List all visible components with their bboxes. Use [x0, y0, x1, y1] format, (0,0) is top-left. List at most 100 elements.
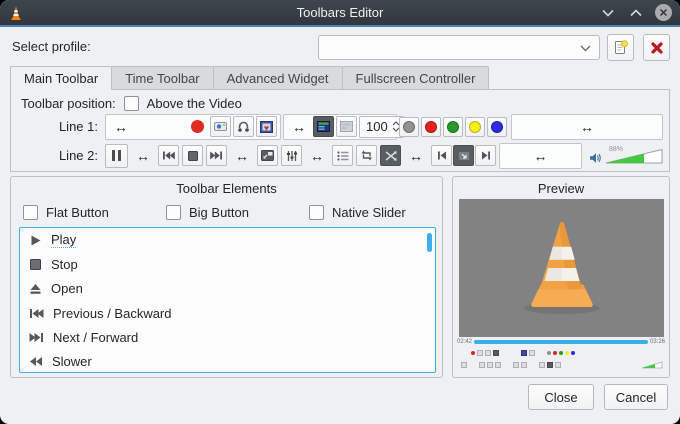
tab-time-toolbar[interactable]: Time Toolbar	[111, 66, 214, 89]
list-item-slower[interactable]: Slower	[20, 349, 435, 372]
preview-mini-icon	[471, 351, 475, 355]
fullscreen-button[interactable]	[257, 145, 278, 166]
preview-mini-icon	[513, 362, 519, 368]
profile-combobox[interactable]	[318, 35, 600, 60]
toolbars-editor-window: Toolbars Editor Select profile: Main Too…	[0, 0, 680, 424]
stop-icon	[30, 258, 41, 270]
expanding-spacer-icon[interactable]: ↔	[109, 120, 133, 134]
teletext-red-button[interactable]	[421, 116, 441, 137]
line1-segment-views: ↔ 100	[283, 113, 404, 140]
extended-view-button[interactable]	[336, 116, 357, 137]
list-item-previous[interactable]: Previous / Backward	[20, 301, 435, 325]
flat-button-checkbox[interactable]	[23, 205, 38, 220]
list-item-play[interactable]: Play	[20, 228, 435, 252]
width-spinbox[interactable]: 100	[359, 115, 404, 138]
native-slider-checkbox[interactable]	[309, 205, 324, 220]
flat-button-label: Flat Button	[46, 205, 109, 220]
step-forward-button[interactable]	[475, 145, 496, 166]
spacer-icon[interactable]: ↔	[404, 149, 428, 163]
tab-main-toolbar[interactable]: Main Toolbar	[10, 66, 113, 90]
spacer-icon[interactable]: ↔	[131, 149, 155, 163]
new-profile-button[interactable]	[607, 34, 634, 61]
preview-mini-icon	[559, 351, 563, 355]
frame-by-frame-button[interactable]	[256, 116, 277, 137]
list-item-label: Open	[51, 281, 83, 297]
spacer-icon[interactable]: ↔	[305, 149, 329, 163]
playlist-button[interactable]	[332, 145, 353, 166]
toolbar-line2: Line 2: ↔ ↔ ↔ ↔ ↔ 88%	[11, 142, 663, 169]
equalizer-button[interactable]	[281, 145, 302, 166]
volume-widget[interactable]: 88%	[585, 145, 663, 164]
ab-loop-button[interactable]	[233, 116, 254, 137]
step-backward-button[interactable]	[431, 145, 452, 166]
vlc-cone-image	[523, 221, 600, 315]
toolbar-elements-list: Play Stop Open Previous / Backward Next …	[19, 227, 436, 373]
teletext-green-button[interactable]	[443, 116, 463, 137]
preview-mini-toolbar-line2	[461, 361, 663, 369]
line1-segment-spacer: ↔	[511, 113, 663, 140]
tab-advanced-widget[interactable]: Advanced Widget	[212, 66, 343, 89]
tab-fullscreen-controller[interactable]: Fullscreen Controller	[341, 66, 490, 89]
maximize-icon[interactable]	[627, 4, 645, 22]
cancel-button[interactable]: Cancel	[604, 384, 668, 410]
frame-button[interactable]	[453, 145, 474, 166]
preview-mini-icon	[555, 362, 561, 368]
list-item-open[interactable]: Open	[20, 277, 435, 301]
chevron-down-icon	[580, 40, 591, 55]
expanding-spacer-icon[interactable]: ↔	[575, 120, 599, 134]
preview-mini-icon	[521, 362, 527, 368]
preview-group: Preview 02:42 03:26	[452, 176, 670, 378]
play-icon	[31, 235, 41, 246]
record-button[interactable]	[191, 120, 204, 133]
preview-time-elapsed: 02:42	[457, 339, 473, 345]
list-item-next[interactable]: Next / Forward	[20, 325, 435, 349]
line1-label: Line 1:	[58, 119, 98, 134]
volume-percent-label: 88%	[609, 145, 624, 153]
preview-mini-icon	[461, 362, 467, 368]
expanding-spacer-icon[interactable]: ↔	[529, 149, 553, 163]
minimize-icon[interactable]	[599, 4, 617, 22]
line2-label: Line 2:	[58, 148, 98, 163]
list-scrollbar[interactable]	[427, 233, 432, 252]
preview-mini-icon	[495, 362, 501, 368]
expanding-spacer-icon[interactable]: ↔	[287, 120, 311, 134]
above-video-label: Above the Video	[146, 96, 242, 111]
skip-forward-icon	[29, 332, 43, 342]
big-button-label: Big Button	[189, 205, 249, 220]
spacer-icon[interactable]: ↔	[230, 149, 254, 163]
preview-video-area	[459, 199, 664, 337]
toolbar-line1: Line 1: ↔ ↔ 100 ↔	[11, 113, 663, 140]
close-window-icon[interactable]	[655, 4, 672, 21]
delete-profile-button[interactable]	[643, 34, 670, 61]
above-video-checkbox[interactable]	[123, 96, 139, 111]
snapshot-button[interactable]	[210, 116, 231, 137]
stop-button[interactable]	[182, 145, 203, 166]
teletext-yellow-button[interactable]	[465, 116, 485, 137]
speaker-icon	[589, 152, 602, 164]
preview-mini-icon	[477, 350, 483, 356]
preview-title: Preview	[537, 181, 585, 196]
preview-seek-bar	[474, 340, 648, 344]
random-button[interactable]	[380, 145, 401, 166]
seek-slider-placeholder: ↔	[499, 142, 582, 169]
playlist-view-button[interactable]	[313, 116, 334, 137]
preview-mini-icon	[547, 362, 553, 368]
spinbox-value: 100	[366, 119, 388, 134]
preview-mini-volume	[641, 361, 663, 369]
preview-mini-icon	[485, 350, 491, 356]
loop-button[interactable]	[356, 145, 377, 166]
preview-time-total: 03:26	[649, 339, 665, 345]
preview-mini-icon	[487, 362, 493, 368]
pause-button[interactable]	[105, 143, 128, 168]
close-button[interactable]: Close	[528, 384, 594, 410]
list-item-stop[interactable]: Stop	[20, 252, 435, 276]
big-button-checkbox[interactable]	[166, 205, 181, 220]
teletext-blue-button[interactable]	[487, 116, 507, 137]
next-button[interactable]	[206, 145, 227, 166]
line1-segment-record: ↔	[105, 113, 281, 140]
preview-mini-icon	[479, 362, 485, 368]
previous-button[interactable]	[158, 145, 179, 166]
toolbar-position-label: Toolbar position:	[21, 96, 116, 111]
teletext-gray-button[interactable]	[399, 116, 419, 137]
eject-icon	[30, 284, 41, 295]
